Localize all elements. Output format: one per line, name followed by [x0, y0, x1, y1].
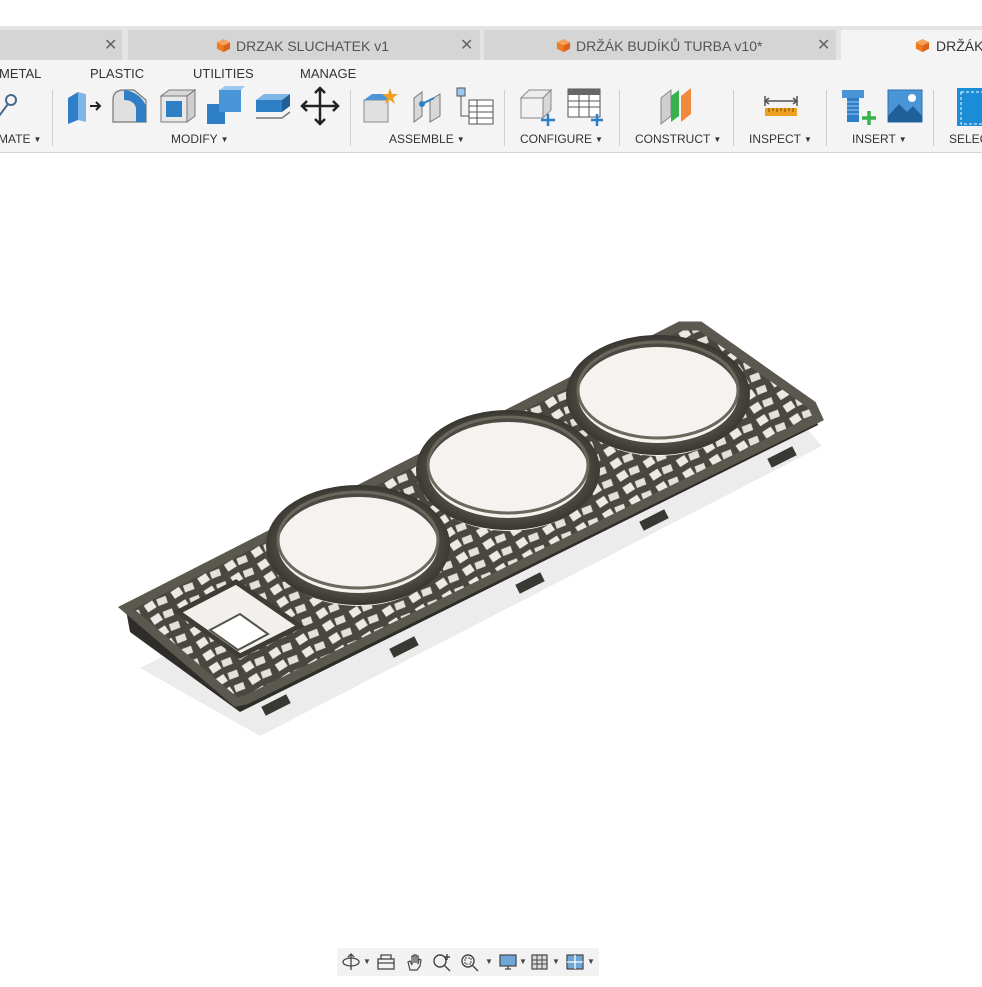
- toolbar-ribbon: METAL PLASTIC UTILITIES MANAGE MATE ▼ MO…: [0, 60, 982, 153]
- automate-icon[interactable]: [0, 86, 20, 126]
- group-modify[interactable]: MODIFY ▼: [171, 132, 229, 146]
- viewports-icon[interactable]: [564, 952, 586, 972]
- document-tab-active[interactable]: DRŽÁK: [841, 30, 982, 60]
- chevron-down-icon[interactable]: ▼: [485, 957, 493, 966]
- look-at-icon[interactable]: [375, 952, 397, 972]
- group-automate[interactable]: MATE ▼: [0, 132, 41, 146]
- orbit-icon[interactable]: [340, 952, 362, 972]
- gauge-ring-1: [266, 485, 450, 606]
- window-top-strip: [0, 0, 982, 26]
- document-tab-bar: ✕ DRZAK SLUCHATEK v1 ✕ DRŽÁK BUDÍKŮ TURB…: [0, 26, 982, 60]
- document-tab-label: DRZAK SLUCHATEK v1: [236, 38, 389, 54]
- configure-icon[interactable]: [517, 86, 557, 126]
- move-icon[interactable]: [300, 86, 340, 126]
- configuration-table-icon[interactable]: [565, 86, 605, 126]
- close-icon[interactable]: ✕: [104, 35, 117, 55]
- fit-icon[interactable]: [459, 952, 481, 972]
- separator: [826, 90, 827, 146]
- display-settings-icon[interactable]: [497, 952, 519, 972]
- chevron-down-icon[interactable]: ▼: [587, 957, 595, 966]
- chevron-down-icon[interactable]: ▼: [519, 957, 527, 966]
- document-tab-label: DRŽÁK: [936, 38, 982, 54]
- select-icon[interactable]: [955, 86, 982, 126]
- combine-icon[interactable]: [205, 86, 245, 126]
- document-tab-label: DRŽÁK BUDÍKŮ TURBA v10*: [576, 38, 763, 54]
- gauge-ring-3: [566, 335, 750, 456]
- gauge-ring-2: [416, 410, 600, 531]
- separator: [504, 90, 505, 146]
- separator: [733, 90, 734, 146]
- ribbon-tab-sheet-metal[interactable]: METAL: [0, 66, 41, 81]
- group-inspect[interactable]: INSPECT ▼: [749, 132, 812, 146]
- document-tab-1[interactable]: ✕: [0, 30, 122, 60]
- group-assemble[interactable]: ASSEMBLE ▼: [389, 132, 465, 146]
- measure-icon[interactable]: [761, 86, 801, 126]
- joint-icon[interactable]: [408, 86, 448, 126]
- bom-table-icon[interactable]: [455, 86, 495, 126]
- document-tab-3[interactable]: DRŽÁK BUDÍKŮ TURBA v10* ✕: [484, 30, 836, 60]
- separator: [933, 90, 934, 146]
- shell-icon[interactable]: [157, 86, 197, 126]
- offset-plane-icon[interactable]: [657, 86, 697, 126]
- group-select[interactable]: SELEC: [949, 132, 982, 146]
- chevron-down-icon[interactable]: ▼: [552, 957, 560, 966]
- document-tab-2[interactable]: DRZAK SLUCHATEK v1 ✕: [128, 30, 480, 60]
- close-icon[interactable]: ✕: [817, 35, 830, 55]
- ribbon-tab-plastic[interactable]: PLASTIC: [90, 66, 144, 81]
- separator: [619, 90, 620, 146]
- new-component-icon[interactable]: [360, 86, 400, 126]
- separator: [350, 90, 351, 146]
- close-icon[interactable]: ✕: [460, 35, 473, 55]
- design-canvas[interactable]: [0, 153, 982, 982]
- separator: [52, 90, 53, 146]
- zoom-icon[interactable]: [431, 952, 453, 972]
- offset-face-icon[interactable]: [252, 86, 292, 126]
- grid-icon[interactable]: [529, 952, 551, 972]
- group-configure[interactable]: CONFIGURE ▼: [520, 132, 603, 146]
- ribbon-tab-manage[interactable]: MANAGE: [300, 66, 356, 81]
- holder-model[interactable]: [0, 153, 982, 982]
- insert-canvas-icon[interactable]: [885, 86, 925, 126]
- press-pull-icon[interactable]: [64, 86, 104, 126]
- group-construct[interactable]: CONSTRUCT ▼: [635, 132, 721, 146]
- navigation-bar: ▼ ▼ ▼ ▼ ▼: [337, 948, 599, 976]
- fillet-icon[interactable]: [110, 86, 150, 126]
- ribbon-tab-utilities[interactable]: UTILITIES: [193, 66, 254, 81]
- insert-mcmaster-icon[interactable]: [838, 86, 878, 126]
- chevron-down-icon[interactable]: ▼: [363, 957, 371, 966]
- pan-icon[interactable]: [403, 952, 425, 972]
- component-cube-icon: [915, 38, 930, 53]
- group-insert[interactable]: INSERT ▼: [852, 132, 907, 146]
- component-cube-icon: [216, 38, 231, 53]
- component-cube-icon: [556, 38, 571, 53]
